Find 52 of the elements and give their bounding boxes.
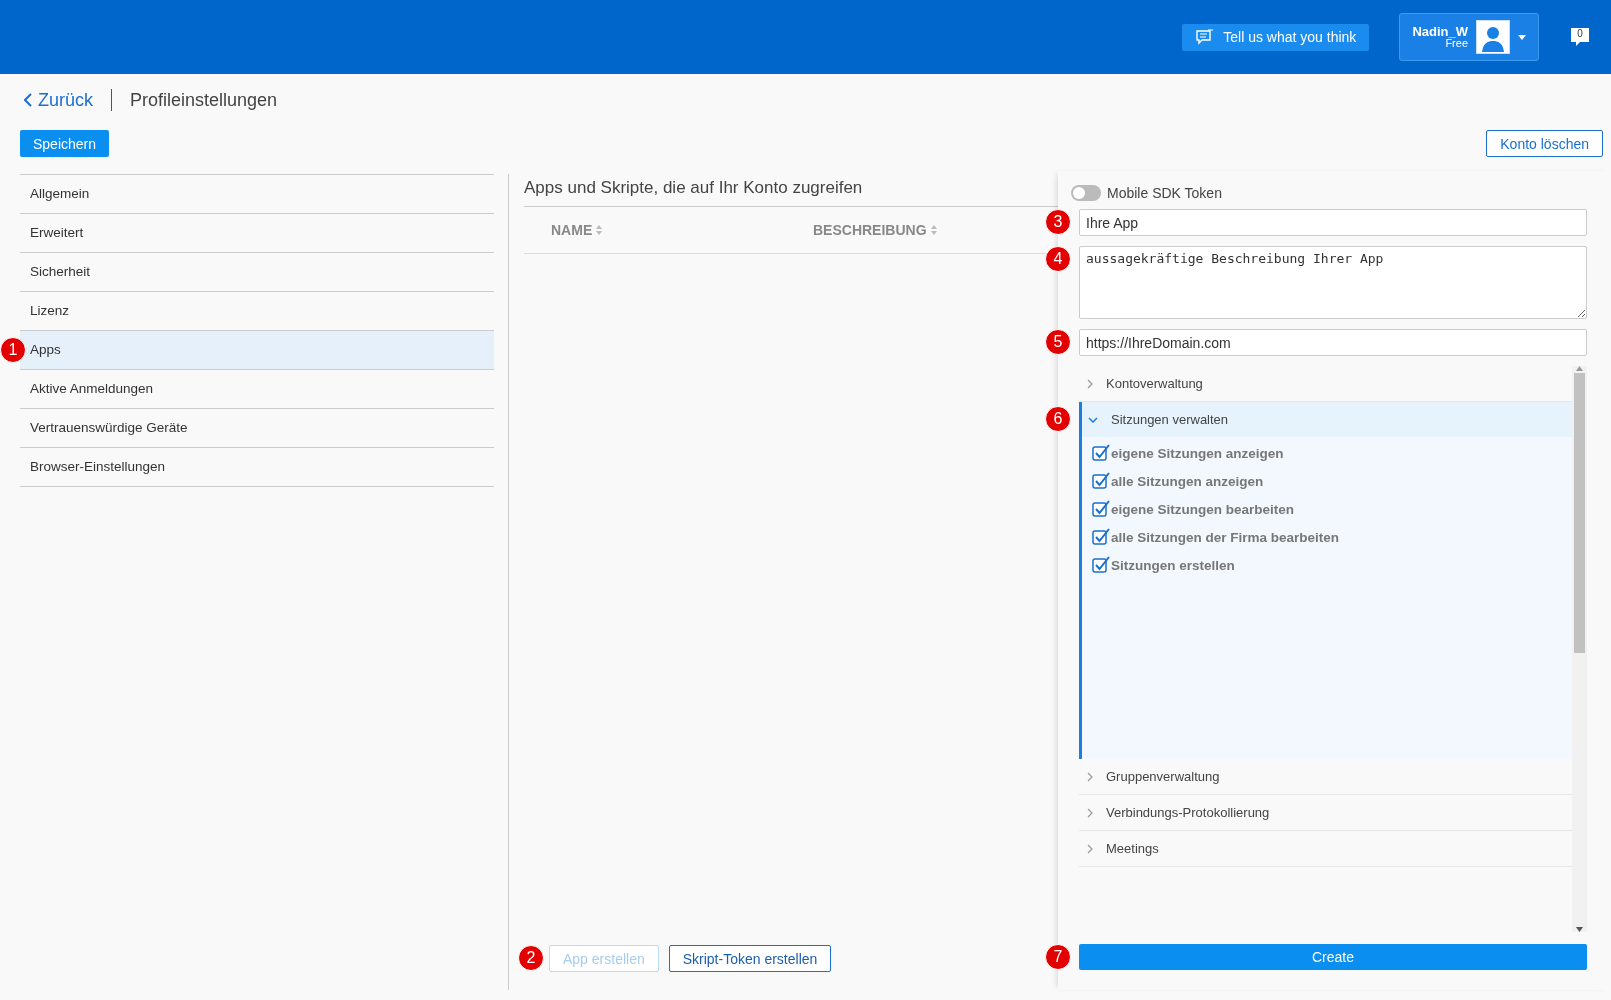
- permission-group[interactable]: Kontoverwaltung: [1079, 366, 1572, 401]
- sort-icon: [596, 224, 603, 236]
- permission-checkbox[interactable]: Sitzungen erstellen: [1092, 555, 1235, 575]
- step-marker: 3: [1045, 209, 1071, 235]
- permission-checkbox[interactable]: alle Sitzungen der Firma bearbeiten: [1092, 527, 1340, 547]
- scrollbar[interactable]: [1572, 366, 1587, 932]
- page-title: Profileinstellungen: [130, 89, 278, 111]
- toggle-label: Mobile SDK Token: [1107, 185, 1222, 201]
- caret-icon: [1518, 34, 1526, 40]
- notifications-button[interactable]: 0: [1569, 26, 1591, 48]
- user-menu[interactable]: Nadin_W Free: [1399, 13, 1539, 61]
- step-marker: 5: [1045, 329, 1071, 355]
- step-marker: 1: [0, 337, 26, 363]
- permission-group[interactable]: Meetings: [1079, 831, 1572, 866]
- back-link[interactable]: Zurück: [20, 89, 93, 111]
- avatar-icon: [1476, 20, 1510, 54]
- step-marker: 4: [1045, 246, 1071, 272]
- url-field[interactable]: https://IhreDomain.com: [1079, 329, 1587, 356]
- toggle-switch[interactable]: [1071, 185, 1101, 201]
- scroll-up-icon[interactable]: [1576, 366, 1583, 371]
- scroll-down-icon[interactable]: [1576, 927, 1583, 932]
- step-marker: 2: [518, 945, 544, 971]
- step-marker: 6: [1045, 406, 1071, 432]
- chevron-right-icon: [1087, 378, 1093, 389]
- app-name-field[interactable]: Ihre App: [1079, 209, 1587, 236]
- script-token-button[interactable]: Skript-Token erstellen: [668, 945, 832, 972]
- delete-account-button[interactable]: Konto löschen: [1486, 130, 1603, 157]
- permission-checkbox[interactable]: alle Sitzungen anzeigen: [1092, 471, 1264, 491]
- sidebar-item[interactable]: Sicherheit: [20, 253, 494, 292]
- permission-group[interactable]: Gruppenverwaltung: [1079, 759, 1572, 794]
- notification-count: 0: [1577, 27, 1583, 41]
- chevron-down-icon: [1088, 416, 1098, 423]
- chevron-right-icon: [1087, 807, 1093, 818]
- sort-icon: [930, 224, 937, 236]
- user-plan: Free: [1445, 38, 1468, 49]
- sidebar-item[interactable]: Apps: [20, 331, 494, 370]
- description-field[interactable]: aussagekräftige Beschreibung Ihrer App: [1079, 246, 1587, 319]
- chevron-right-icon: [1087, 771, 1093, 782]
- sidebar-item[interactable]: Browser-Einstellungen: [20, 448, 494, 487]
- permission-group[interactable]: Sitzungen verwalten: [1082, 402, 1572, 437]
- sidebar-item[interactable]: Vertrauenswürdige Geräte: [20, 409, 494, 448]
- permission-checkbox[interactable]: eigene Sitzungen bearbeiten: [1092, 499, 1295, 519]
- feedback-icon: [1195, 29, 1216, 45]
- sidebar-item[interactable]: Allgemein: [20, 175, 494, 214]
- step-marker: 7: [1045, 944, 1071, 970]
- sidebar-item[interactable]: Erweitert: [20, 214, 494, 253]
- chevron-right-icon: [1087, 843, 1093, 854]
- permission-checkbox[interactable]: eigene Sitzungen anzeigen: [1092, 443, 1284, 463]
- chevron-left-icon: [24, 93, 32, 107]
- user-name: Nadin_W: [1412, 25, 1468, 38]
- permission-group[interactable]: Verbindungs-Protokollierung: [1079, 795, 1572, 830]
- sidebar-item[interactable]: Aktive Anmeldungen: [20, 370, 494, 409]
